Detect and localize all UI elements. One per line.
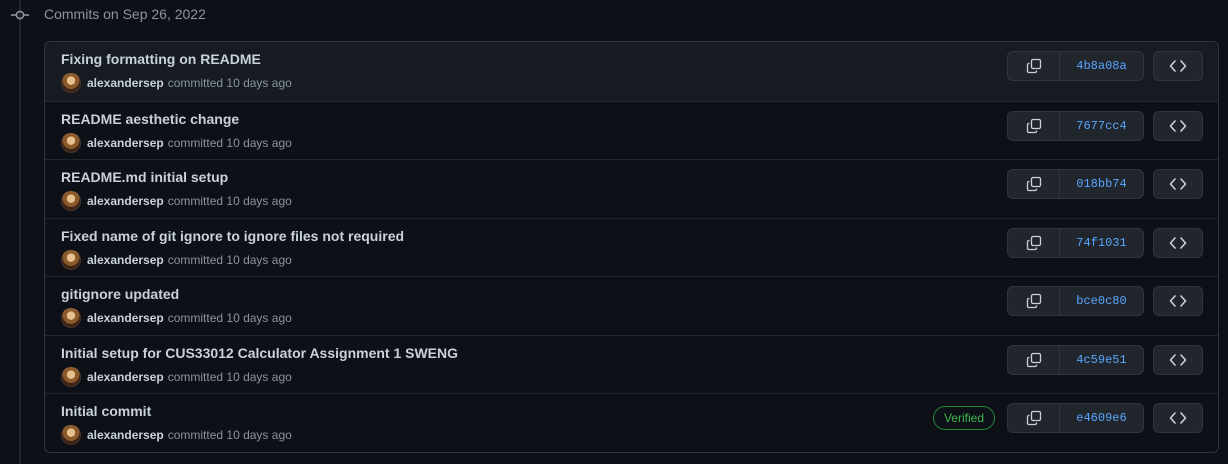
commit-title-link[interactable]: gitignore updated bbox=[61, 286, 179, 302]
commit-title-link[interactable]: Fixing formatting on README bbox=[61, 51, 261, 67]
copy-icon bbox=[1026, 293, 1042, 309]
copy-sha-button[interactable] bbox=[1008, 404, 1060, 432]
author-link[interactable]: alexandersep bbox=[87, 136, 164, 150]
avatar[interactable] bbox=[61, 425, 81, 445]
code-icon bbox=[1169, 236, 1187, 250]
commit-time: committed 10 days ago bbox=[167, 135, 292, 150]
commit-row: README.md initial setup alexandersep com… bbox=[45, 159, 1218, 218]
browse-repository-button[interactable] bbox=[1153, 51, 1203, 81]
commit-sha-link[interactable]: 4c59e51 bbox=[1060, 346, 1143, 374]
commit-row: README aesthetic change alexandersep com… bbox=[45, 100, 1218, 160]
sha-button-group: e4609e6 bbox=[1007, 403, 1144, 433]
copy-icon bbox=[1026, 58, 1042, 74]
commit-sha-link[interactable]: e4609e6 bbox=[1060, 404, 1143, 432]
copy-sha-button[interactable] bbox=[1008, 228, 1060, 257]
commit-meta: alexandersep committed 10 days ago bbox=[61, 249, 292, 270]
commit-actions: Verified e4609e6 bbox=[932, 403, 1203, 433]
commit-actions: 7677cc4 bbox=[1007, 110, 1203, 141]
commit-time: committed 10 days ago bbox=[167, 252, 292, 267]
copy-icon bbox=[1026, 235, 1042, 251]
commit-actions: bce0c80 bbox=[1007, 286, 1203, 316]
browse-repository-button[interactable] bbox=[1153, 403, 1203, 433]
commit-sha-link[interactable]: 4b8a08a bbox=[1060, 52, 1143, 80]
browse-repository-button[interactable] bbox=[1153, 286, 1203, 316]
copy-icon bbox=[1026, 118, 1042, 134]
browse-repository-button[interactable] bbox=[1153, 344, 1203, 375]
copy-sha-button[interactable] bbox=[1008, 170, 1060, 198]
timeline-line bbox=[19, 0, 21, 464]
commit-title-link[interactable]: README.md initial setup bbox=[61, 169, 228, 185]
commit-time: committed 10 days ago bbox=[167, 311, 292, 325]
commit-meta: alexandersep committed 10 days ago bbox=[61, 366, 292, 387]
commit-actions: 4c59e51 bbox=[1007, 344, 1203, 375]
commit-row: Fixing formatting on README alexandersep… bbox=[45, 42, 1218, 101]
code-icon bbox=[1169, 59, 1187, 73]
commit-row: Fixed name of git ignore to ignore files… bbox=[45, 217, 1218, 277]
code-icon bbox=[1169, 119, 1187, 133]
commit-sha-link[interactable]: 018bb74 bbox=[1060, 170, 1143, 198]
copy-sha-button[interactable] bbox=[1008, 345, 1060, 374]
avatar[interactable] bbox=[61, 132, 81, 153]
copy-icon bbox=[1026, 352, 1042, 368]
author-link[interactable]: alexandersep bbox=[87, 76, 164, 90]
code-icon bbox=[1169, 353, 1187, 367]
author-link[interactable]: alexandersep bbox=[87, 253, 164, 267]
sha-button-group: 4c59e51 bbox=[1007, 344, 1144, 375]
code-icon bbox=[1169, 294, 1187, 308]
commit-actions: 4b8a08a bbox=[1007, 51, 1203, 81]
author-link[interactable]: alexandersep bbox=[87, 428, 164, 442]
commit-title-link[interactable]: README aesthetic change bbox=[61, 111, 239, 127]
commit-time: committed 10 days ago bbox=[167, 369, 292, 384]
commit-row: gitignore updated alexandersep committed… bbox=[45, 276, 1218, 335]
commit-meta: alexandersep committed 10 days ago bbox=[61, 425, 292, 445]
commit-title-link[interactable]: Initial commit bbox=[61, 403, 151, 419]
commit-time: committed 10 days ago bbox=[167, 76, 292, 90]
code-icon bbox=[1169, 177, 1187, 191]
commit-time: committed 10 days ago bbox=[167, 428, 292, 442]
avatar[interactable] bbox=[61, 249, 81, 270]
commit-row: Initial setup for CUS33012 Calculator As… bbox=[45, 334, 1218, 394]
author-link[interactable]: alexandersep bbox=[87, 194, 164, 208]
author-link[interactable]: alexandersep bbox=[87, 311, 164, 325]
sha-button-group: bce0c80 bbox=[1007, 286, 1144, 316]
browse-repository-button[interactable] bbox=[1153, 110, 1203, 141]
commit-sha-link[interactable]: bce0c80 bbox=[1060, 287, 1143, 315]
commit-meta: alexandersep committed 10 days ago bbox=[61, 191, 292, 211]
author-link[interactable]: alexandersep bbox=[87, 370, 164, 384]
browse-repository-button[interactable] bbox=[1153, 169, 1203, 199]
avatar[interactable] bbox=[61, 366, 81, 387]
browse-repository-button[interactable] bbox=[1153, 227, 1203, 258]
commit-date-title: Commits on Sep 26, 2022 bbox=[44, 6, 206, 22]
commit-sha-link[interactable]: 74f1031 bbox=[1060, 229, 1143, 257]
commit-actions: 74f1031 bbox=[1007, 227, 1203, 258]
git-commit-icon bbox=[11, 8, 29, 22]
copy-icon bbox=[1026, 176, 1042, 192]
commits-page: Commits on Sep 26, 2022 Fixing formattin… bbox=[0, 0, 1228, 464]
commit-meta: alexandersep committed 10 days ago bbox=[61, 73, 292, 93]
code-icon bbox=[1169, 411, 1187, 425]
commit-title-link[interactable]: Fixed name of git ignore to ignore files… bbox=[61, 228, 404, 244]
copy-icon bbox=[1026, 410, 1042, 426]
copy-sha-button[interactable] bbox=[1008, 287, 1060, 315]
sha-button-group: 018bb74 bbox=[1007, 169, 1144, 199]
commit-meta: alexandersep committed 10 days ago bbox=[61, 132, 292, 153]
commit-sha-link[interactable]: 7677cc4 bbox=[1060, 112, 1143, 140]
commit-list: Fixing formatting on README alexandersep… bbox=[44, 41, 1219, 453]
avatar[interactable] bbox=[61, 191, 81, 211]
avatar[interactable] bbox=[61, 73, 81, 93]
sha-button-group: 7677cc4 bbox=[1007, 110, 1144, 141]
commit-date-header: Commits on Sep 26, 2022 bbox=[0, 0, 400, 30]
verified-badge[interactable]: Verified bbox=[932, 406, 995, 430]
commit-actions: 018bb74 bbox=[1007, 169, 1203, 199]
sha-button-group: 74f1031 bbox=[1007, 227, 1144, 258]
commit-time: committed 10 days ago bbox=[167, 194, 292, 208]
sha-button-group: 4b8a08a bbox=[1007, 51, 1144, 81]
commit-title-link[interactable]: Initial setup for CUS33012 Calculator As… bbox=[61, 345, 458, 361]
commit-meta: alexandersep committed 10 days ago bbox=[61, 308, 292, 328]
copy-sha-button[interactable] bbox=[1008, 111, 1060, 140]
copy-sha-button[interactable] bbox=[1008, 52, 1060, 80]
avatar[interactable] bbox=[61, 308, 81, 328]
commit-row: Initial commit alexandersep committed 10… bbox=[45, 393, 1218, 452]
